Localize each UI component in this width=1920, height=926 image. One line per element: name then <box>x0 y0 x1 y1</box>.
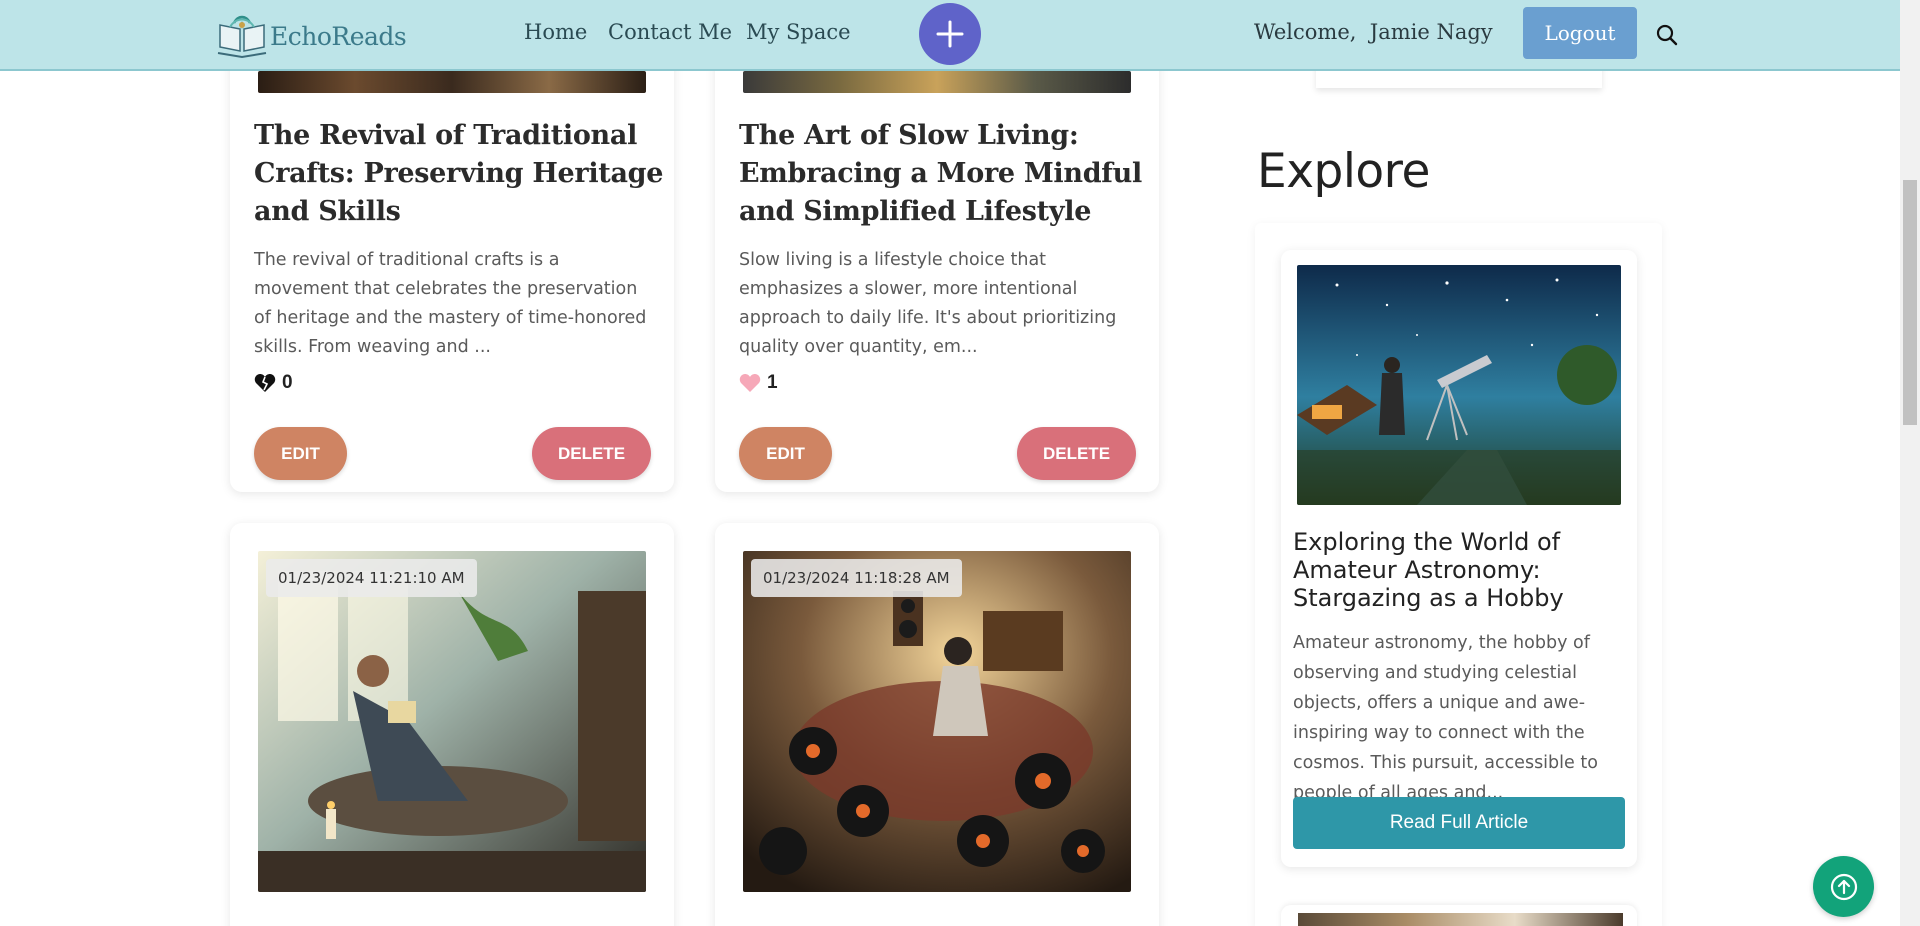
logout-button[interactable]: Logout <box>1523 7 1637 59</box>
article-title[interactable]: The Revival of Traditional Crafts: Prese… <box>254 117 664 231</box>
explore-article-title[interactable]: Exploring the World of Amateur Astronomy… <box>1293 528 1633 612</box>
brand-name: EchoReads <box>270 21 407 51</box>
plus-icon <box>936 20 964 48</box>
welcome-message: Welcome, Jamie Nagy <box>1254 20 1493 44</box>
search-button[interactable] <box>1654 22 1680 48</box>
explore-heading: Explore <box>1257 144 1430 199</box>
edit-button[interactable]: EDIT <box>254 427 347 480</box>
article-date-badge: 01/23/2024 11:21:10 AM <box>266 559 477 597</box>
delete-button[interactable]: DELETE <box>1017 427 1136 480</box>
article-title[interactable]: The Art of Slow Living: Embracing a More… <box>739 117 1149 231</box>
book-logo-icon <box>216 13 268 59</box>
like-count: 1 <box>767 372 778 393</box>
like-counter: 0 <box>254 372 293 394</box>
welcome-label: Welcome, <box>1254 20 1357 44</box>
explore-article-excerpt: Amateur astronomy, the hobby of observin… <box>1293 633 1598 803</box>
broken-heart-icon[interactable] <box>254 373 276 393</box>
reading-scene-image <box>258 551 646 892</box>
explore-article-image[interactable] <box>1297 265 1621 505</box>
scrollbar-thumb[interactable] <box>1903 180 1917 425</box>
top-navbar: EchoReads Home Contact Me My Space Welco… <box>0 0 1900 71</box>
search-icon <box>1656 24 1678 46</box>
explore-article-image[interactable] <box>1298 913 1623 926</box>
like-counter: 1 <box>739 372 778 394</box>
article-date-badge: 01/23/2024 11:18:28 AM <box>751 559 962 597</box>
article-image[interactable] <box>258 71 646 93</box>
page-scrollbar[interactable] <box>1900 0 1920 926</box>
heart-icon[interactable] <box>739 373 761 393</box>
article-excerpt: Slow living is a lifestyle choice that e… <box>739 250 1117 357</box>
nav-my-space-link[interactable]: My Space <box>746 20 851 44</box>
article-image[interactable] <box>743 551 1131 892</box>
add-article-button[interactable] <box>919 3 981 65</box>
arrow-up-circle-icon <box>1830 873 1857 900</box>
nav-contact-link[interactable]: Contact Me <box>608 20 732 44</box>
article-image[interactable] <box>743 71 1131 93</box>
nav-home-link[interactable]: Home <box>524 20 587 44</box>
scroll-to-top-button[interactable] <box>1813 856 1874 917</box>
delete-button[interactable]: DELETE <box>532 427 651 480</box>
like-count: 0 <box>282 372 293 393</box>
article-image[interactable] <box>258 551 646 892</box>
brand-logo[interactable]: EchoReads <box>216 13 407 59</box>
vinyl-scene-image <box>743 551 1131 892</box>
astronomy-scene-image <box>1297 265 1621 505</box>
user-name: Jamie Nagy <box>1369 20 1493 44</box>
article-excerpt: The revival of traditional crafts is a m… <box>254 250 647 357</box>
edit-button[interactable]: EDIT <box>739 427 832 480</box>
read-full-article-button[interactable]: Read Full Article <box>1293 797 1625 849</box>
